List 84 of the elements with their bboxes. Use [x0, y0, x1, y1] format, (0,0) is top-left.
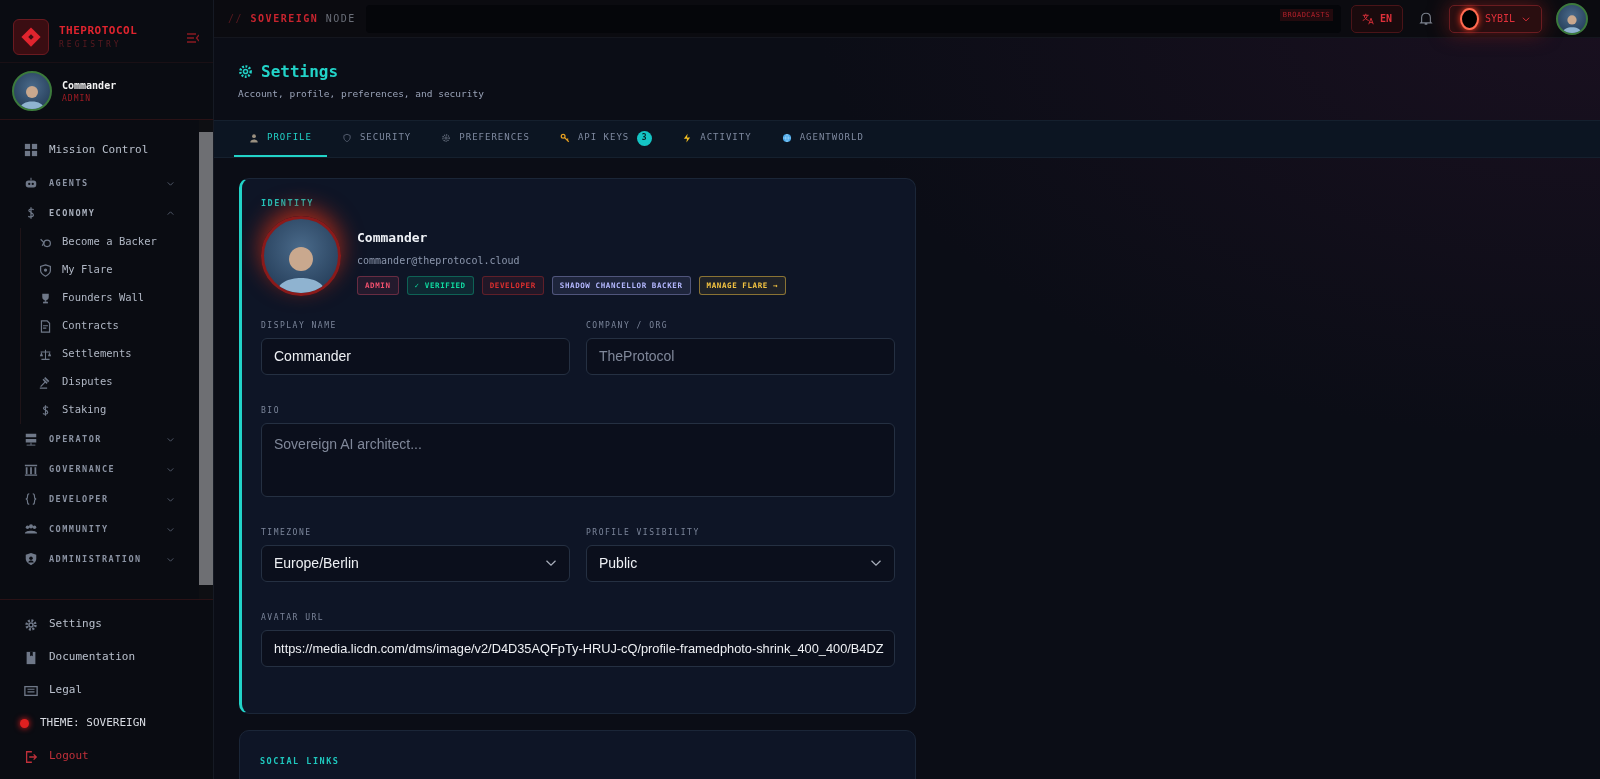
avatar[interactable]: [1556, 2, 1588, 35]
server-icon: [24, 432, 38, 446]
trophy-icon: [39, 291, 52, 305]
field-label: TIMEZONE: [261, 526, 313, 539]
input-field[interactable]: TheProtocol: [586, 337, 895, 375]
page-title: Settings: [261, 62, 339, 82]
nav-link[interactable]: Contracts: [21, 312, 199, 340]
nav-link[interactable]: Staking: [21, 396, 199, 424]
nav-group[interactable]: COMMUNITY: [0, 514, 199, 544]
tab[interactable]: PREFERENCES: [426, 121, 545, 157]
profile-email: commander@theprotocol.cloud: [357, 254, 521, 269]
section-title: IDENTITY: [261, 197, 315, 210]
theme-toggle[interactable]: THEME: SOVEREIGN: [0, 707, 213, 740]
settings-icon: [24, 617, 38, 632]
user-role: ADMIN: [62, 92, 93, 105]
chevron-up-icon: [166, 208, 175, 218]
key-icon: [559, 133, 570, 143]
people-icon: [24, 522, 38, 536]
text-area[interactable]: Sovereign AI architect...: [261, 422, 895, 497]
nav-group[interactable]: GOVERNANCE: [0, 454, 199, 484]
building-icon: [24, 462, 38, 476]
tab[interactable]: AGENTWORLD: [766, 121, 879, 157]
translate-icon: [1361, 12, 1374, 25]
page-subtitle: Account, profile, preferences, and security: [238, 87, 485, 102]
tab[interactable]: SECURITY: [326, 121, 427, 157]
brand-subtitle: REGISTRY: [59, 39, 123, 52]
count-badge: 3: [637, 130, 653, 146]
lightning-icon: [682, 133, 693, 143]
settings-icon: [441, 133, 452, 143]
shield-icon: [341, 133, 352, 143]
nav-link[interactable]: Disputes: [21, 368, 199, 396]
nav-link[interactable]: My Flare: [21, 256, 199, 284]
nav-link[interactable]: Legal: [0, 674, 213, 707]
dropdown[interactable]: Europe/Berlin: [261, 544, 570, 582]
logo-icon: [13, 19, 49, 55]
field-label: AVATAR URL: [261, 611, 326, 624]
tab[interactable]: ACTIVITY: [667, 121, 767, 157]
dropdown[interactable]: Public: [586, 544, 895, 582]
logout-link[interactable]: Logout: [0, 740, 213, 773]
avatar: [12, 71, 52, 111]
gavel-icon: [39, 375, 52, 389]
robot-icon: [24, 176, 38, 190]
document-icon: [39, 319, 52, 333]
logout-icon: [24, 749, 38, 764]
status-dot: [20, 719, 29, 728]
nav-group[interactable]: AGENTS: [0, 168, 199, 198]
person-icon: [249, 133, 259, 143]
input-field[interactable]: https://media.licdn.com/dms/image/v2/D4D35AQFpTy-HRUJ-cQ/profile-framedphoto-shrink_400_400/B4DZ: [261, 629, 895, 667]
nav-group[interactable]: DEVELOPER: [0, 484, 199, 514]
section-title: SOCIAL LINKS: [260, 754, 341, 768]
user-name: Commander: [62, 78, 117, 93]
input-field[interactable]: Commander: [261, 337, 570, 375]
nav-link[interactable]: Documentation: [0, 641, 213, 674]
field-label: BIO: [261, 404, 281, 417]
tab[interactable]: API KEYS 3: [544, 121, 668, 157]
nav-group[interactable]: ECONOMY: [0, 198, 199, 228]
nav-group[interactable]: ADMINISTRATION: [0, 544, 199, 574]
nav-link[interactable]: Settlements: [21, 340, 199, 368]
nav-link[interactable]: Mission Control: [0, 132, 199, 168]
field-label: DISPLAY NAME: [261, 319, 338, 332]
nav-link[interactable]: Become a Backer: [21, 228, 199, 256]
scrollbar[interactable]: [199, 120, 213, 599]
shield-icon: [39, 263, 52, 277]
nav-link[interactable]: Settings: [0, 608, 213, 641]
field-label: COMPANY / ORG: [586, 319, 670, 332]
newspaper-icon: [24, 683, 38, 698]
scales-icon: [39, 347, 52, 361]
shield-user-icon: [24, 552, 38, 566]
node-label: // SOVEREIGN NODE: [228, 12, 356, 26]
brand-title: THEPROTOCOL: [59, 22, 138, 39]
braces-icon: [24, 492, 38, 506]
tab[interactable]: PROFILE: [234, 121, 327, 157]
settings-icon: [238, 64, 253, 80]
globe-icon: [781, 133, 792, 143]
field-label: PROFILE VISIBILITY: [586, 526, 701, 539]
orb-icon: [1460, 7, 1479, 30]
profile-name: Commander: [357, 228, 429, 247]
nav-group[interactable]: OPERATOR: [0, 424, 199, 454]
persona-button[interactable]: SYBIL: [1449, 4, 1542, 33]
notification-bell-icon[interactable]: [1419, 11, 1433, 26]
language-button[interactable]: EN: [1350, 4, 1403, 33]
book-icon: [24, 650, 38, 665]
nav-link[interactable]: Founders Wall: [21, 284, 199, 312]
grid-icon: [24, 143, 38, 157]
